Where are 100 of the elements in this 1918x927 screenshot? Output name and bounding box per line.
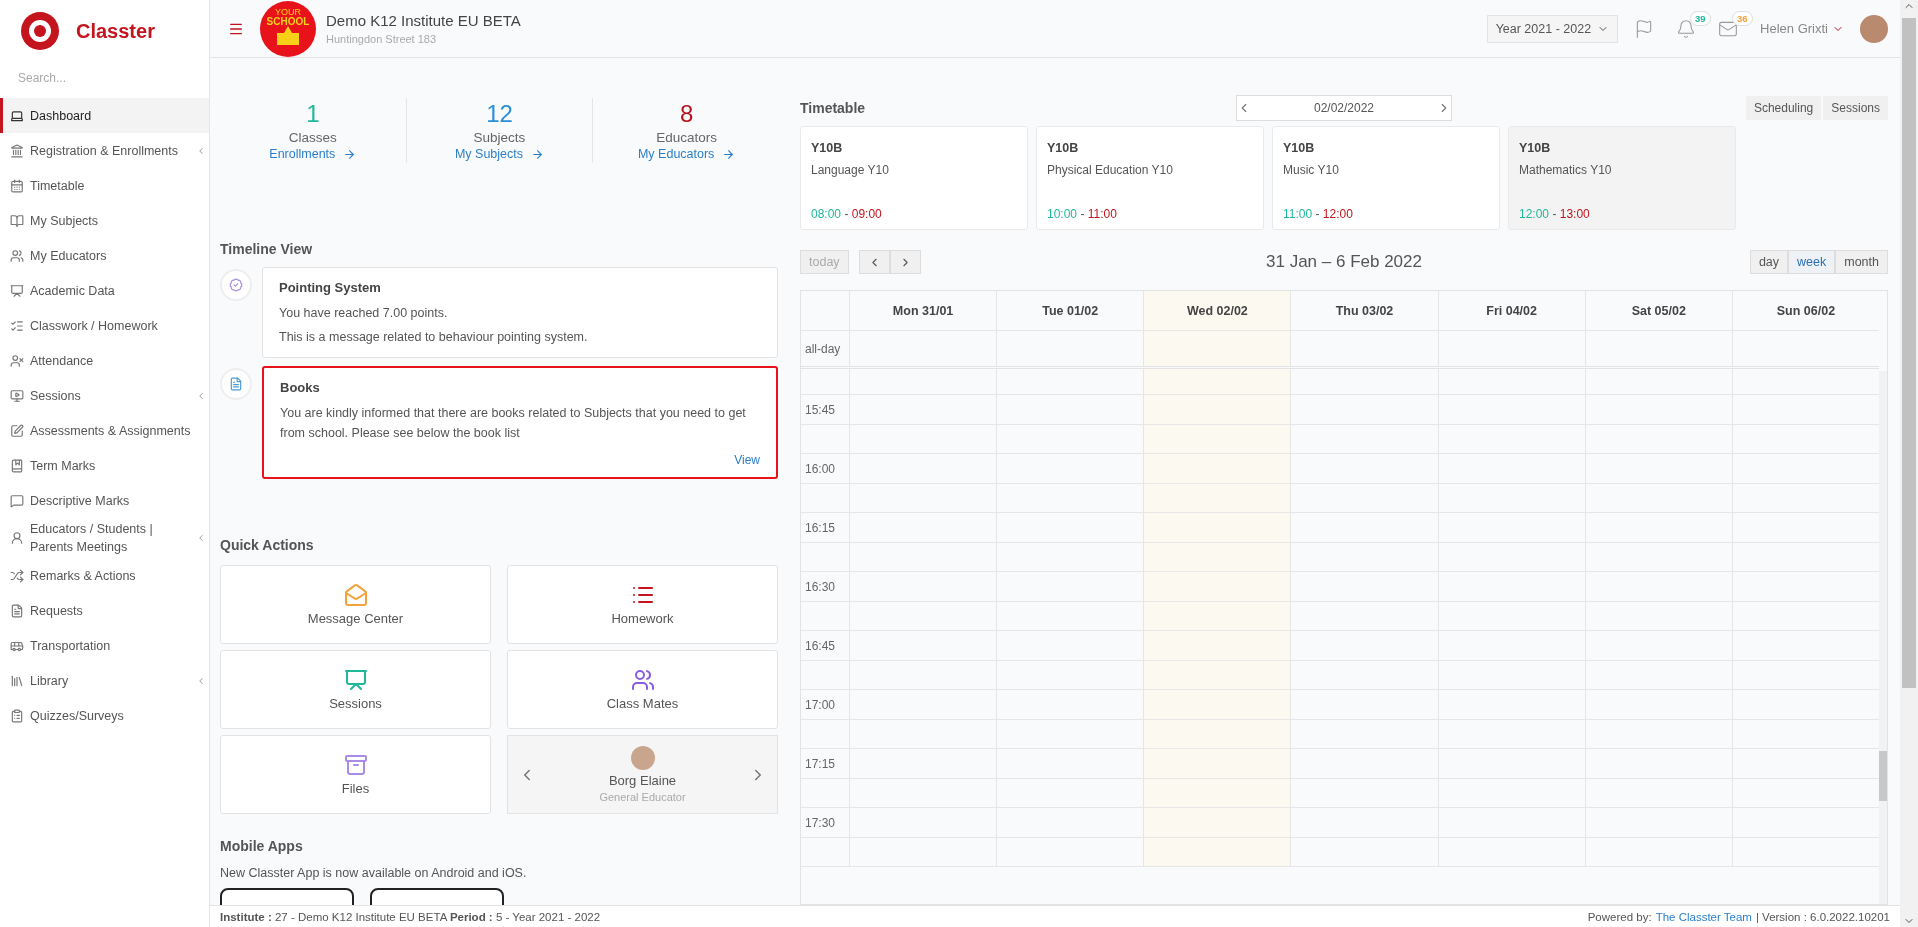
quick-action-button[interactable]: Message Center (220, 565, 491, 644)
lesson-class: Y10B (811, 141, 844, 155)
lesson-card[interactable]: Y10B Language Y10 08:00 - 09:00 (800, 126, 1028, 230)
arrow-icon (722, 147, 736, 161)
lesson-time: 11:00 - 12:00 (1283, 207, 1354, 221)
person-cross-icon (10, 353, 24, 368)
timeline-title: Books (280, 380, 321, 395)
arrow-icon (531, 147, 545, 161)
team-link[interactable]: The Classter Team (1655, 910, 1752, 923)
sidebar-item[interactable]: Requests (0, 593, 209, 628)
people-icon (10, 248, 24, 263)
sidebar-item[interactable]: Academic Data (0, 273, 209, 308)
quick-action-button[interactable]: Homework (507, 565, 778, 644)
view-tab[interactable]: day (1749, 250, 1789, 274)
quick-action-button[interactable]: Sessions (220, 650, 491, 729)
scrollbar-thumb[interactable] (1879, 751, 1887, 801)
presentation-icon (10, 283, 24, 298)
time-label: 16:00 (804, 460, 837, 478)
view-tab[interactable]: month (1835, 250, 1888, 274)
sidebar-item[interactable]: Timetable (0, 168, 209, 203)
quick-action-button[interactable]: Class Mates (507, 650, 778, 729)
stat-link[interactable]: My Educators (637, 147, 736, 161)
pencil-square-icon (10, 423, 24, 438)
search-field[interactable]: Search... (16, 68, 186, 88)
bell-icon (1676, 18, 1697, 39)
timetable-button[interactable]: Sessions (1823, 96, 1888, 120)
sidebar-item[interactable]: Remarks & Actions (0, 558, 209, 593)
time-label: 16:15 (804, 519, 837, 537)
avatar (630, 746, 655, 770)
timeline-text: This is a message related to behaviour pointing system. (279, 329, 589, 346)
educator-name: Borg Elaine (608, 773, 677, 788)
lesson-time: 12:00 - 13:00 (1519, 207, 1591, 221)
version-text: | Version : 6.0.2022.10201 (1755, 910, 1890, 923)
lesson-card[interactable]: Y10B Mathematics Y10 12:00 - 13:00 (1508, 126, 1736, 230)
sidebar-item[interactable]: Dashboard (0, 98, 209, 133)
document-icon (10, 603, 24, 618)
day-header: Sun 06/02 (1731, 291, 1879, 330)
scrollbar-thumb[interactable] (1902, 18, 1916, 688)
time-label: 17:15 (804, 755, 837, 773)
powered-by-text: Powered by: (1587, 910, 1652, 923)
timetable-button[interactable]: Scheduling (1745, 96, 1822, 120)
people-icon (630, 668, 655, 692)
mobile-apps-text: New Classter App is now available on Android and iOS. (220, 866, 528, 880)
calendar-title: 31 Jan – 6 Feb 2022 (1266, 252, 1422, 272)
school-logo: YOUR SCHOOL (260, 0, 316, 57)
stat-number: 8 (680, 100, 694, 128)
time-label: 16:45 (804, 637, 837, 655)
shuffle-icon (10, 568, 24, 583)
lesson-subject: Mathematics Y10 (1519, 163, 1613, 179)
clipboard-list-icon (10, 708, 24, 723)
sidebar-item[interactable]: Quizzes/Surveys (0, 698, 209, 733)
badge-check-icon (229, 278, 243, 292)
lesson-subject: Physical Education Y10 (1047, 163, 1174, 179)
calendar-icon (10, 178, 24, 193)
day-header: Mon 31/01 (849, 291, 997, 330)
footer-info: Institute : 27 - Demo K12 Institute EU BETA Period : 5 - Year 2021 - 2022 (220, 910, 601, 923)
person-icon (10, 531, 24, 545)
sidebar-item[interactable]: Classwork / Homework (0, 308, 209, 343)
sidebar-item[interactable]: Assessments & Assignments (0, 413, 209, 448)
sidebar-item[interactable]: Educators / Students | Parents Meetings (0, 518, 209, 558)
book-icon (10, 213, 24, 228)
quick-action-button[interactable]: Files (220, 735, 491, 814)
lesson-time: 10:00 - 11:00 (1047, 207, 1118, 221)
stat-link[interactable]: My Subjects (454, 147, 545, 161)
notification-count: 39 (1690, 10, 1711, 26)
time-label: 17:30 (804, 814, 837, 832)
time-label: 17:00 (804, 696, 837, 714)
screen-icon (10, 388, 24, 403)
sidebar-item[interactable]: My Educators (0, 238, 209, 273)
school-address: Huntingdon Street 183 (326, 33, 438, 45)
day-header: Wed 02/02 (1143, 291, 1291, 330)
sidebar-item[interactable]: Registration & Enrollments (0, 133, 209, 168)
lesson-card[interactable]: Y10B Physical Education Y10 10:00 - 11:00 (1036, 126, 1264, 230)
timeline-title: Pointing System (279, 280, 382, 295)
stat-label: Educators (656, 130, 718, 145)
sidebar-item[interactable]: Library (0, 663, 209, 698)
avatar[interactable] (1860, 14, 1888, 43)
time-label: 15:45 (804, 401, 837, 419)
year-selector[interactable]: Year 2021 - 2022 (1486, 14, 1619, 43)
view-link[interactable]: View (734, 453, 760, 467)
sidebar-item[interactable]: Term Marks (0, 448, 209, 483)
school-name: Demo K12 Institute EU BETA (326, 12, 521, 29)
lesson-card[interactable]: Y10B Music Y10 11:00 - 12:00 (1272, 126, 1500, 230)
envelope-icon (343, 583, 368, 607)
lesson-class: Y10B (1283, 141, 1316, 155)
sidebar-item[interactable]: Attendance (0, 343, 209, 378)
sidebar-item[interactable]: Descriptive Marks (0, 483, 209, 518)
stat-number: 1 (306, 100, 320, 128)
sidebar-item[interactable]: Sessions (0, 378, 209, 413)
day-header: Thu 03/02 (1290, 291, 1438, 330)
sidebar-item[interactable]: My Subjects (0, 203, 209, 238)
arrow-icon (343, 147, 357, 161)
user-menu[interactable]: Helen Grixti (1754, 20, 1850, 37)
sidebar-item[interactable]: Transportation (0, 628, 209, 663)
stat-link[interactable]: Enrollments (269, 147, 357, 161)
lesson-class: Y10B (1519, 141, 1552, 155)
view-tab[interactable]: week (1788, 250, 1836, 274)
bank-building-icon (10, 143, 24, 158)
lesson-subject: Music Y10 (1283, 163, 1340, 179)
classter-logo-icon (18, 9, 62, 53)
